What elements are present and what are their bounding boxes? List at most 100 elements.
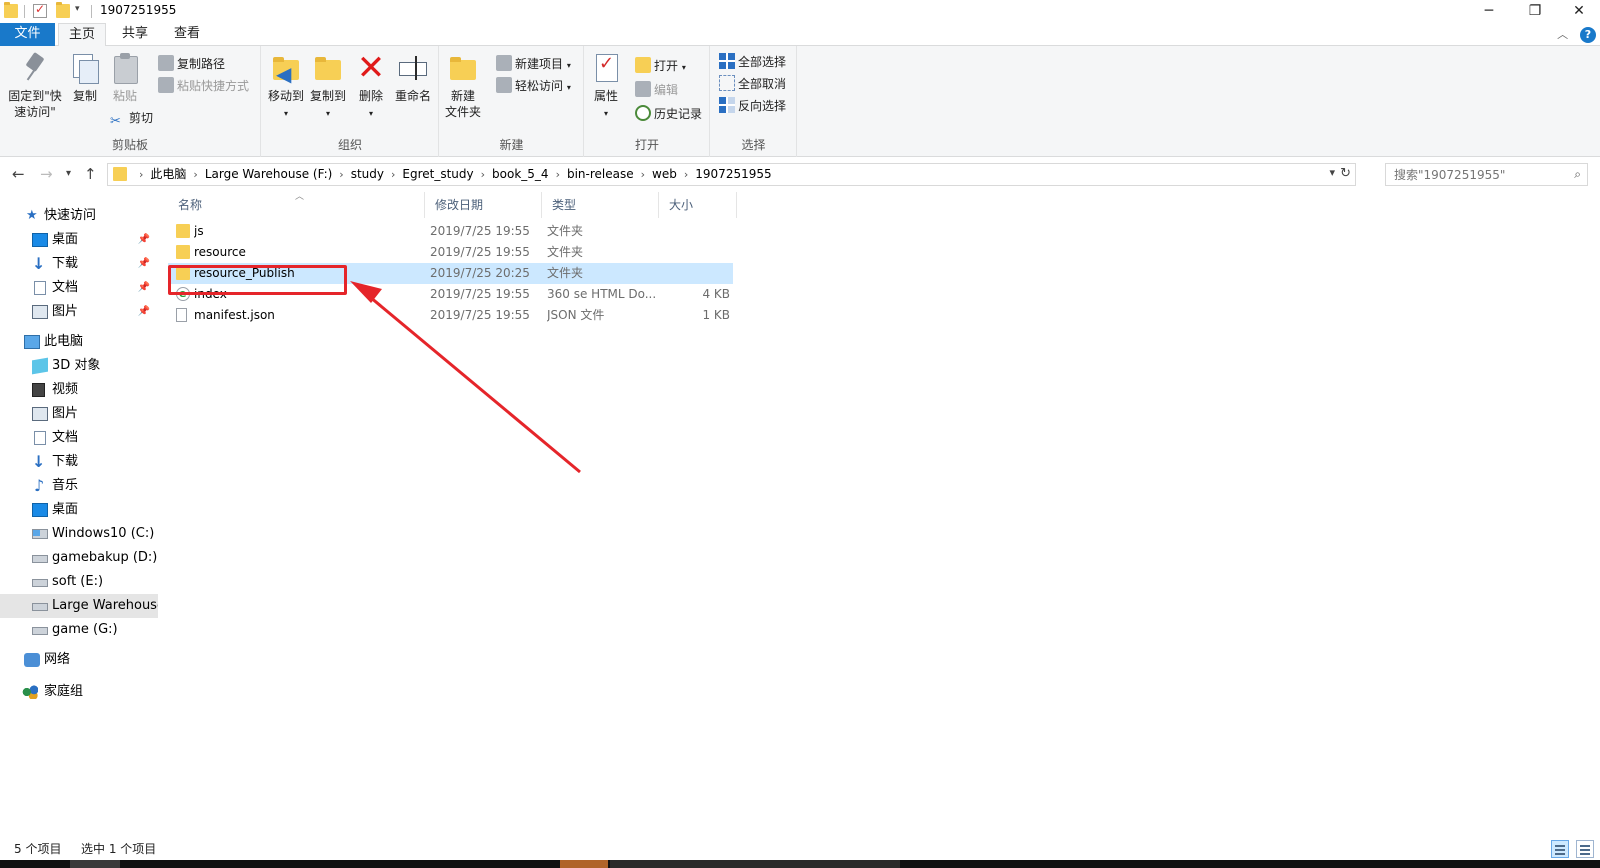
paste-shortcut-label: 粘贴快捷方式 bbox=[177, 79, 250, 93]
pin-icon[interactable]: 📌 bbox=[138, 252, 150, 276]
edit-button[interactable]: 编辑 bbox=[635, 80, 678, 100]
breadcrumb-current-folder[interactable]: 1907251955 bbox=[695, 164, 771, 185]
tab-share[interactable]: 共享 bbox=[112, 23, 158, 46]
nav-downloads[interactable]: ↓ 下载 bbox=[0, 450, 158, 474]
file-row[interactable]: resource 2019/7/25 19:55 文件夹 bbox=[168, 242, 733, 263]
collapse-ribbon-icon[interactable]: ︿ bbox=[1557, 26, 1568, 42]
paste-button[interactable]: 粘贴 bbox=[108, 52, 142, 104]
breadcrumb-drive-f[interactable]: Large Warehouse (F:) bbox=[205, 164, 332, 185]
nav-label: 音乐 bbox=[52, 478, 79, 493]
nav-documents[interactable]: 文档 bbox=[0, 426, 158, 450]
breadcrumb-book[interactable]: book_5_4 bbox=[492, 164, 549, 185]
nav-label: 此电脑 bbox=[44, 334, 84, 349]
tab-view[interactable]: 查看 bbox=[164, 23, 210, 46]
maximize-button[interactable]: ❐ bbox=[1512, 0, 1558, 22]
file-type: JSON 文件 bbox=[547, 308, 605, 322]
tab-file[interactable]: 文件 bbox=[0, 23, 55, 46]
tab-home[interactable]: 主页 bbox=[58, 23, 106, 47]
column-header-date[interactable]: 修改日期 bbox=[425, 192, 542, 218]
close-button[interactable]: ✕ bbox=[1556, 0, 1600, 22]
move-to-button[interactable]: ◀ 移动到 ▾ bbox=[266, 52, 306, 122]
nav-desktop[interactable]: 桌面 bbox=[0, 498, 158, 522]
search-input[interactable] bbox=[1394, 164, 1564, 185]
column-header-name[interactable]: ︿ 名称 bbox=[168, 192, 425, 218]
select-none-button[interactable]: 全部取消 bbox=[719, 74, 786, 94]
copy-to-button[interactable]: 复制到 ▾ bbox=[308, 52, 348, 122]
nav-this-pc[interactable]: 此电脑 bbox=[0, 330, 158, 354]
pin-icon[interactable]: 📌 bbox=[138, 300, 150, 324]
breadcrumb-egret-study[interactable]: Egret_study bbox=[402, 164, 473, 185]
chevron-down-icon: ▾ bbox=[325, 109, 330, 118]
nav-drive-e[interactable]: soft (E:) bbox=[0, 570, 158, 594]
select-all-button[interactable]: 全部选择 bbox=[719, 52, 786, 72]
details-view-icon[interactable] bbox=[1551, 840, 1570, 858]
large-icons-view-icon[interactable] bbox=[1576, 840, 1594, 858]
nav-quick-pictures[interactable]: 图片 📌 bbox=[0, 300, 158, 324]
delete-button[interactable]: ✕ 删除 ▾ bbox=[354, 51, 388, 122]
nav-3d-objects[interactable]: 3D 对象 bbox=[0, 354, 158, 378]
search-icon[interactable]: ⌕ bbox=[1574, 167, 1581, 182]
rename-button[interactable]: 重命名 bbox=[392, 52, 434, 104]
taskbar-item[interactable] bbox=[560, 860, 608, 868]
nav-drive-c[interactable]: Windows10 (C:) bbox=[0, 522, 158, 546]
taskbar-item[interactable] bbox=[610, 860, 900, 868]
recent-locations-icon[interactable]: ▾ bbox=[66, 168, 71, 179]
refresh-icon[interactable]: ↻ bbox=[1340, 166, 1351, 181]
nav-homegroup[interactable]: 家庭组 bbox=[0, 680, 158, 704]
forward-arrow-icon[interactable]: → bbox=[40, 165, 53, 183]
breadcrumb-this-pc[interactable]: 此电脑 bbox=[150, 164, 186, 185]
open-button[interactable]: 打开 ▾ bbox=[635, 56, 686, 76]
move-to-label: 移动到 bbox=[267, 89, 304, 103]
file-row[interactable]: manifest.json 2019/7/25 19:55 JSON 文件 1 … bbox=[168, 305, 733, 326]
copy-path-button[interactable]: 复制路径 bbox=[158, 54, 225, 74]
pin-icon[interactable]: 📌 bbox=[138, 228, 150, 252]
back-arrow-icon[interactable]: ← bbox=[12, 165, 25, 183]
copy-button[interactable]: 复制 bbox=[68, 52, 102, 104]
nav-quick-downloads[interactable]: ↓ 下载 📌 bbox=[0, 252, 158, 276]
up-arrow-icon[interactable]: ↑ bbox=[84, 165, 97, 183]
nav-music[interactable]: ♪ 音乐 bbox=[0, 474, 158, 498]
file-row[interactable]: js 2019/7/25 19:55 文件夹 bbox=[168, 221, 733, 242]
search-box[interactable]: ⌕ bbox=[1385, 163, 1588, 186]
file-date: 2019/7/25 19:55 bbox=[430, 224, 530, 238]
breadcrumb-separator: › bbox=[193, 168, 198, 181]
download-icon: ↓ bbox=[32, 452, 46, 471]
new-folder-button[interactable]: 新建 文件夹 bbox=[444, 52, 482, 120]
easy-access-button[interactable]: 轻松访问 ▾ bbox=[496, 76, 571, 96]
properties-button[interactable]: 属性 ▾ bbox=[589, 52, 623, 122]
new-item-button[interactable]: 新建项目 ▾ bbox=[496, 54, 571, 74]
customize-quick-access-icon[interactable]: ▾ bbox=[75, 4, 80, 14]
history-button[interactable]: 历史记录 bbox=[635, 104, 702, 124]
nav-drive-f[interactable]: Large Warehouse bbox=[0, 594, 158, 618]
breadcrumb-bin-release[interactable]: bin-release bbox=[567, 164, 634, 185]
new-folder-quick-icon[interactable] bbox=[56, 2, 70, 18]
breadcrumb-study[interactable]: study bbox=[351, 164, 384, 185]
paste-shortcut-button[interactable]: 粘贴快捷方式 bbox=[158, 76, 249, 96]
pin-icon[interactable]: 📌 bbox=[138, 276, 150, 300]
help-icon[interactable]: ? bbox=[1580, 27, 1596, 43]
taskbar-item[interactable] bbox=[70, 860, 120, 868]
picture-icon bbox=[32, 407, 48, 421]
selected-count: 选中 1 个项目 bbox=[81, 842, 157, 856]
invert-selection-button[interactable]: 反向选择 bbox=[719, 96, 786, 116]
nav-quick-desktop[interactable]: 桌面 📌 bbox=[0, 228, 158, 252]
properties-quick-icon[interactable] bbox=[33, 2, 47, 18]
cube-icon bbox=[32, 357, 48, 375]
minimize-button[interactable]: ─ bbox=[1466, 0, 1512, 22]
nav-videos[interactable]: 视频 bbox=[0, 378, 158, 402]
breadcrumb-web[interactable]: web bbox=[652, 164, 677, 185]
file-date: 2019/7/25 19:55 bbox=[430, 308, 530, 322]
nav-drive-g[interactable]: game (G:) bbox=[0, 618, 158, 642]
nav-quick-documents[interactable]: 文档 📌 bbox=[0, 276, 158, 300]
pin-to-quick-access-button[interactable]: 固定到"快 速访问" bbox=[4, 52, 66, 120]
nav-drive-d[interactable]: gamebakup (D:) bbox=[0, 546, 158, 570]
nav-network[interactable]: 网络 bbox=[0, 648, 158, 672]
nav-quick-access[interactable]: ★ 快速访问 bbox=[0, 204, 158, 228]
column-header-type[interactable]: 类型 bbox=[542, 192, 659, 218]
nav-pictures[interactable]: 图片 bbox=[0, 402, 158, 426]
address-dropdown-icon[interactable]: ▾ bbox=[1329, 166, 1335, 179]
cut-button[interactable]: ✂ 剪切 bbox=[110, 108, 153, 129]
column-header-size[interactable]: 大小 bbox=[659, 192, 737, 218]
document-icon bbox=[34, 281, 46, 295]
address-bar[interactable]: › 此电脑 › Large Warehouse (F:) › study › Egret_st… bbox=[107, 163, 1356, 186]
